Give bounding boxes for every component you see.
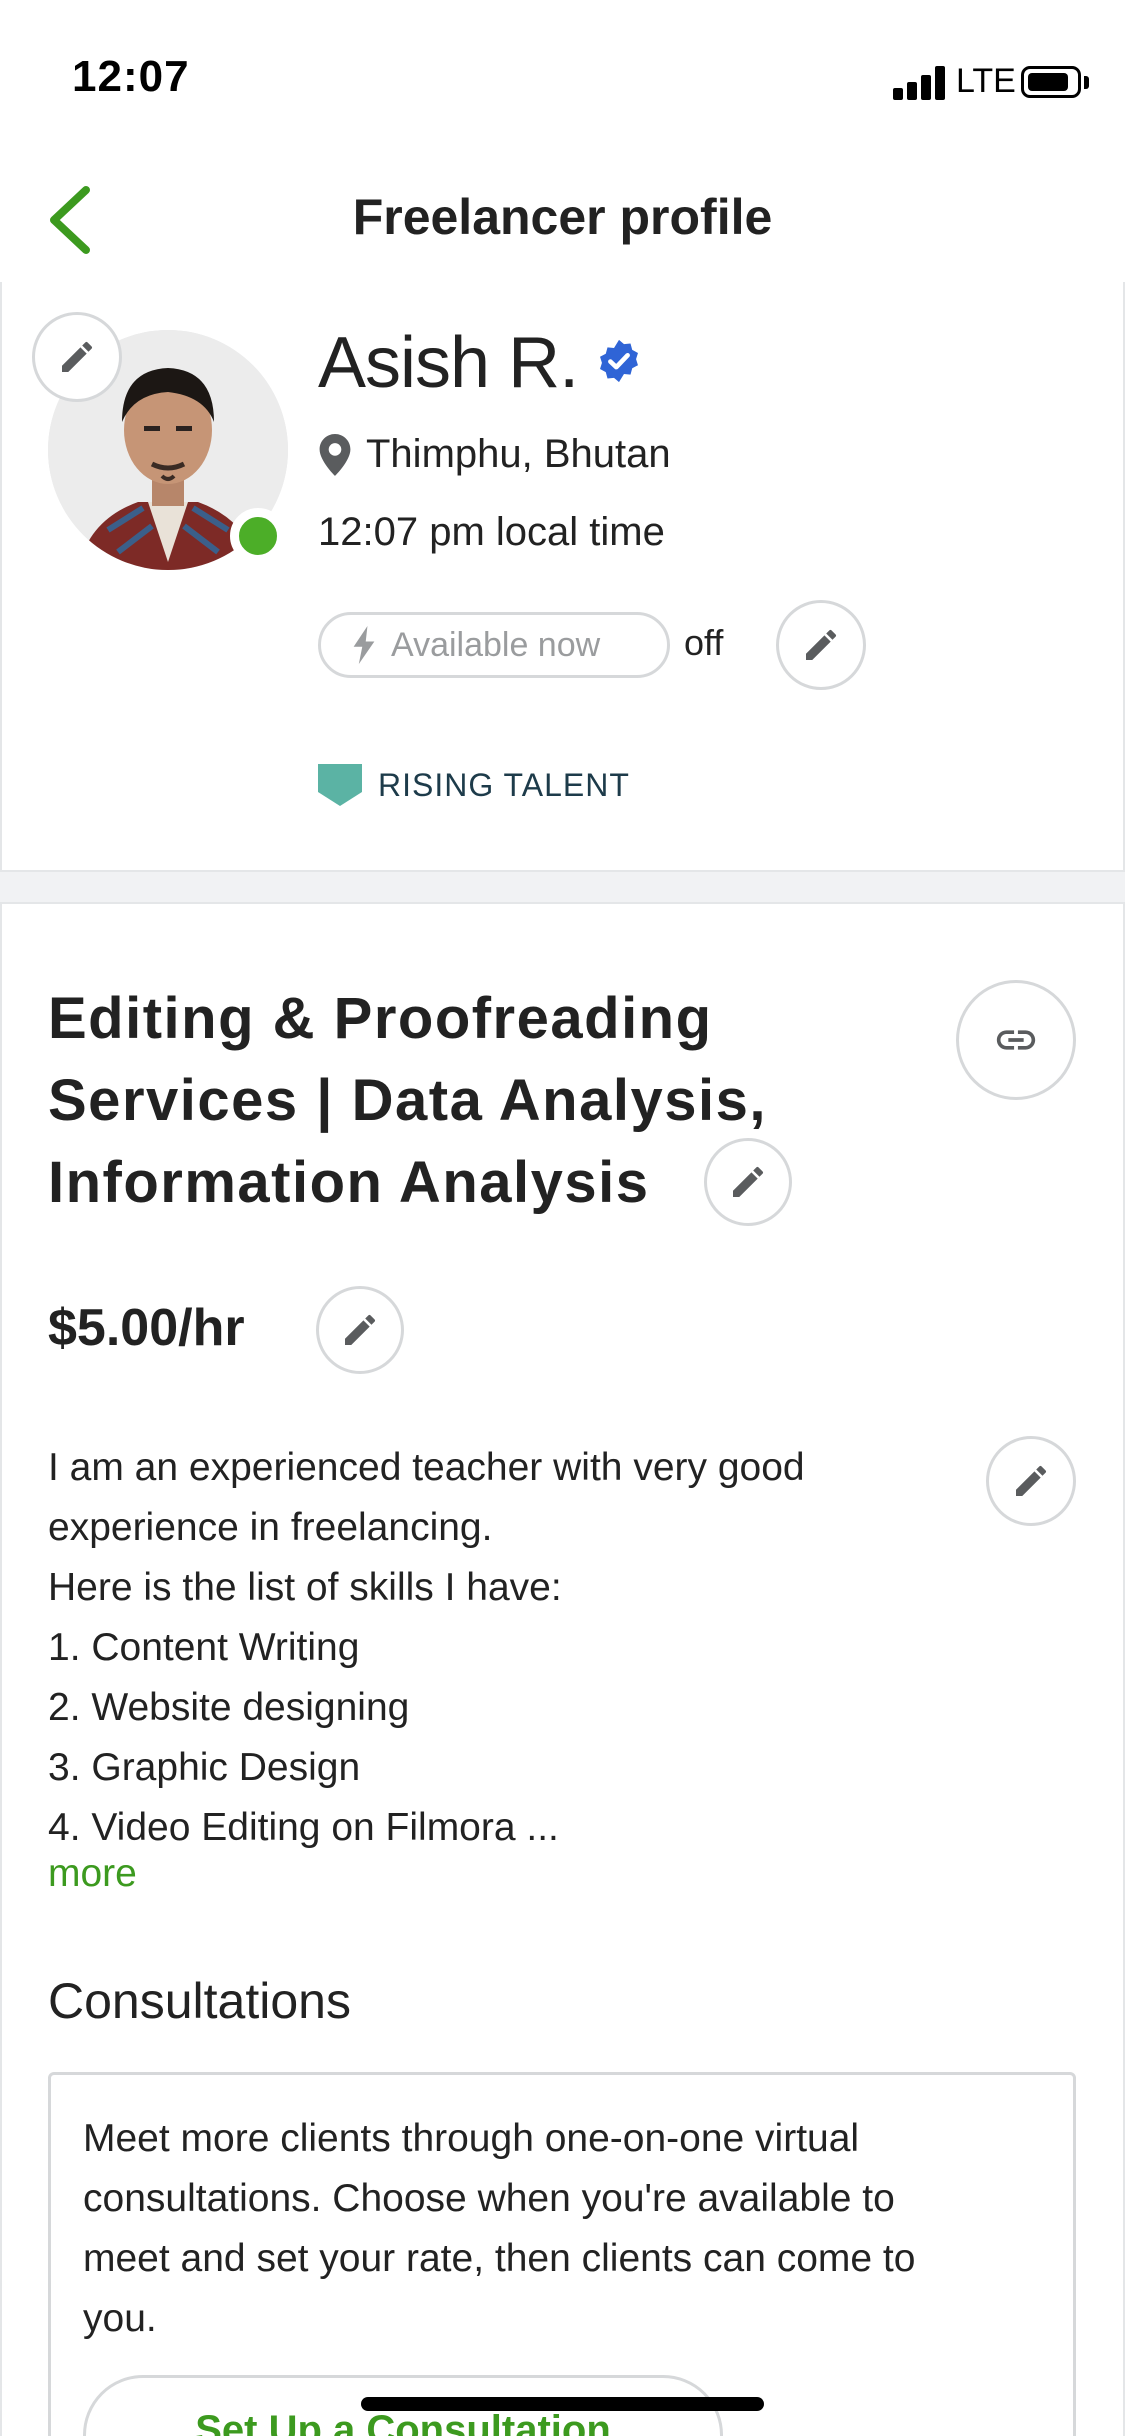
headline-line: Editing & Proofreading <box>48 986 713 1051</box>
network-label: LTE <box>956 62 1016 100</box>
pencil-icon <box>1016 1465 1047 1496</box>
consultations-line: consultations. Choose when you're availa… <box>83 2177 895 2220</box>
nav-bar: Freelancer profile <box>0 150 1125 282</box>
online-status-dot <box>230 508 286 564</box>
overview-line: 2. Website designing <box>48 1686 410 1729</box>
pencil-icon <box>733 1166 764 1197</box>
edit-headline-button[interactable] <box>704 1138 792 1226</box>
status-bar: 12:07 LTE <box>0 0 1125 150</box>
location-text: Thimphu, Bhutan <box>366 432 671 476</box>
overview-line: 3. Graphic Design <box>48 1746 361 1789</box>
availability-label: Available now <box>391 625 601 664</box>
pencil-icon <box>345 1314 376 1345</box>
home-indicator[interactable] <box>361 2397 764 2411</box>
rising-talent-badge: RISING TALENT <box>318 764 630 806</box>
section-divider <box>0 872 1125 902</box>
consultations-line: Meet more clients through one-on-one vir… <box>83 2117 860 2160</box>
overview-line: 1. Content Writing <box>48 1626 360 1669</box>
more-link[interactable]: more <box>48 1852 137 1896</box>
consultations-heading: Consultations <box>48 1973 351 2029</box>
location: Thimphu, Bhutan <box>318 432 671 477</box>
copy-profile-link-button[interactable] <box>956 980 1076 1100</box>
pencil-icon <box>62 341 93 372</box>
link-icon <box>996 1030 1036 1050</box>
page-title: Freelancer profile <box>352 189 773 245</box>
battery-cap <box>1084 76 1089 89</box>
profile-overview: I am an experienced teacher with very go… <box>48 1438 948 1858</box>
overview-line: I am an experienced teacher with very go… <box>48 1446 805 1489</box>
headline-line: Services | Data Analysis, <box>48 1068 767 1133</box>
consultations-line: meet and set your rate, then clients can… <box>83 2237 916 2280</box>
verified-badge-icon <box>600 339 638 383</box>
hourly-rate: $5.00/hr <box>48 1299 245 1357</box>
edit-overview-button[interactable] <box>986 1436 1076 1526</box>
battery-icon <box>1021 66 1081 98</box>
lightning-icon <box>353 626 375 664</box>
overview-line: experience in freelancing. <box>48 1506 493 1549</box>
shield-badge-icon <box>318 764 362 806</box>
rising-talent-label: RISING TALENT <box>378 766 630 803</box>
consultations-description: Meet more clients through one-on-one vir… <box>83 2109 1043 2349</box>
freelancer-profile-screen: 12:07 LTE Freelancer profile Asish R. Th… <box>0 0 1125 2436</box>
consultations-line: you. <box>83 2297 157 2340</box>
consultations-box: Meet more clients through one-on-one vir… <box>48 2072 1076 2436</box>
edit-availability-button[interactable] <box>776 600 866 690</box>
overview-line: Here is the list of skills I have: <box>48 1566 562 1609</box>
edit-photo-button[interactable] <box>32 312 122 402</box>
overview-line: 4. Video Editing on Filmora ... <box>48 1806 559 1849</box>
status-time: 12:07 <box>72 52 190 101</box>
signal-icon <box>893 66 945 100</box>
freelancer-name: Asish R. <box>318 323 579 403</box>
availability-toggle[interactable]: Available now <box>318 612 670 678</box>
map-pin-icon <box>319 433 351 476</box>
local-time: 12:07 pm local time <box>318 510 665 554</box>
availability-state: off <box>684 622 724 663</box>
pencil-icon <box>806 629 837 660</box>
edit-rate-button[interactable] <box>316 1286 404 1374</box>
